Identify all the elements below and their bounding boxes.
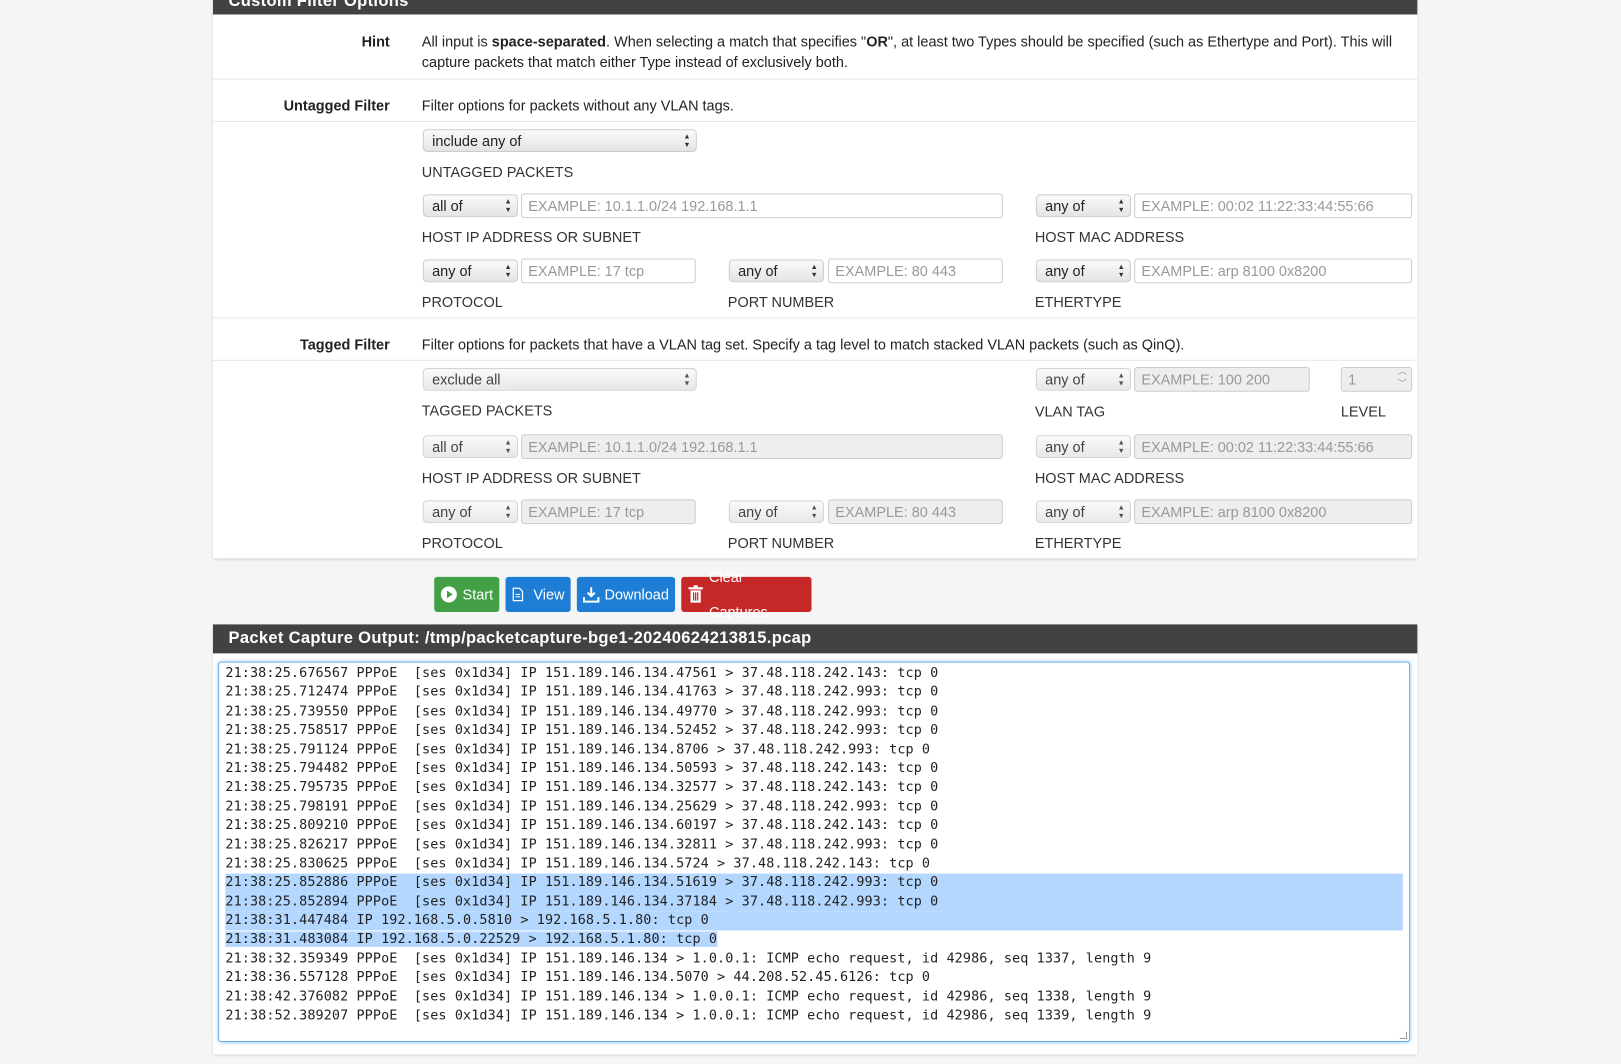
untagged-filter-description: Filter options for packets without any V… bbox=[421, 97, 734, 114]
untagged-mode-select[interactable]: include any of ▲ ▼ bbox=[422, 129, 697, 152]
updown-arrow-icon: ▲ ▼ bbox=[1117, 263, 1125, 280]
resize-handle-icon[interactable] bbox=[1399, 1031, 1408, 1039]
file-icon bbox=[512, 587, 524, 602]
protocol-match-select[interactable]: any of ▲ ▼ bbox=[422, 259, 518, 283]
ethertype-input[interactable]: EXAMPLE: arp 8100 0x8200 bbox=[1134, 499, 1413, 525]
host-ip-input[interactable]: EXAMPLE: 10.1.1.0/24 192.168.1.1 bbox=[521, 193, 1003, 219]
output-line: 21:38:25.676567 PPPoE [ses 0x1d34] IP 15… bbox=[225, 665, 939, 682]
capture-output-panel: Packet Capture Output: /tmp/packetcaptur… bbox=[212, 624, 1418, 1055]
host-ip-match-select[interactable]: all of ▲ ▼ bbox=[422, 435, 518, 458]
updown-arrow-icon: ▲ ▼ bbox=[504, 198, 512, 214]
output-line: 21:38:32.359349 PPPoE [ses 0x1d34] IP 15… bbox=[225, 950, 1152, 967]
start-button[interactable]: Start bbox=[434, 576, 500, 613]
host-mac-match-select[interactable]: any of ▲ ▼ bbox=[1035, 435, 1131, 458]
output-line: 21:38:31.447484 IP 192.168.5.0.5810 > 19… bbox=[225, 911, 1403, 931]
output-line: 21:38:25.852894 PPPoE [ses 0x1d34] IP 15… bbox=[225, 892, 1403, 912]
untagged-filter-label: Untagged Filter bbox=[283, 97, 390, 114]
output-line: 21:38:31.483084 IP 192.168.5.0.22529 > 1… bbox=[225, 931, 718, 948]
port-match-select[interactable]: any of ▲ ▼ bbox=[728, 500, 824, 524]
host-mac-input[interactable]: EXAMPLE: 00:02 11:22:33:44:55:66 bbox=[1134, 193, 1413, 219]
ethertype-input[interactable]: EXAMPLE: arp 8100 0x8200 bbox=[1134, 258, 1413, 284]
vlan-tag-match-select[interactable]: any of ▲ ▼ bbox=[1035, 368, 1131, 391]
spinner-arrows-icon[interactable]: ︿ ﹀ bbox=[1398, 368, 1407, 390]
hint-text: All input is space-separated. When selec… bbox=[421, 33, 1393, 71]
host-mac-input[interactable]: EXAMPLE: 00:02 11:22:33:44:55:66 bbox=[1134, 434, 1413, 460]
updown-arrow-icon: ▲ ▼ bbox=[1117, 504, 1125, 521]
output-line: 21:38:52.389207 PPPoE [ses 0x1d34] IP 15… bbox=[225, 1007, 1152, 1024]
output-line: 21:38:25.791124 PPPoE [ses 0x1d34] IP 15… bbox=[225, 741, 931, 758]
level-spinner[interactable]: 1 ︿ ﹀ bbox=[1340, 366, 1413, 392]
untagged-mode-caption: UNTAGGED PACKETS bbox=[421, 163, 574, 180]
updown-arrow-icon: ▲ ▼ bbox=[810, 263, 818, 280]
protocol-match-select[interactable]: any of ▲ ▼ bbox=[422, 500, 518, 524]
updown-arrow-icon: ▲ ▼ bbox=[1117, 372, 1125, 388]
updown-arrow-icon: ▲ ▼ bbox=[504, 439, 512, 455]
host-mac-caption: HOST MAC ADDRESS bbox=[1034, 228, 1185, 246]
ethertype-match-select[interactable]: any of ▲ ▼ bbox=[1035, 500, 1131, 524]
output-title: Packet Capture Output: /tmp/packetcaptur… bbox=[228, 629, 812, 648]
port-input[interactable]: EXAMPLE: 80 443 bbox=[828, 499, 1003, 525]
updown-arrow-icon: ▲ ▼ bbox=[810, 504, 818, 521]
output-line: 21:38:25.712474 PPPoE [ses 0x1d34] IP 15… bbox=[225, 684, 939, 701]
protocol-input[interactable]: EXAMPLE: 17 tcp bbox=[521, 258, 696, 284]
tagged-filter-row: Tagged Filter Filter options for packets… bbox=[212, 318, 1418, 361]
panel-title: Custom Filter Options bbox=[228, 0, 409, 11]
vlan-tag-caption: VLAN TAG bbox=[1034, 403, 1106, 420]
hint-row: Hint All input is space-separated. When … bbox=[212, 14, 1418, 80]
output-line: 21:38:42.376082 PPPoE [ses 0x1d34] IP 15… bbox=[225, 988, 1152, 1005]
host-ip-caption: HOST IP ADDRESS OR SUBNET bbox=[421, 469, 641, 486]
updown-arrow-icon: ▲ ▼ bbox=[504, 263, 512, 280]
ethertype-match-select[interactable]: any of ▲ ▼ bbox=[1035, 259, 1131, 283]
tagged-filter-description: Filter options for packets that have a V… bbox=[421, 335, 1185, 353]
protocol-input[interactable]: EXAMPLE: 17 tcp bbox=[521, 499, 696, 525]
port-caption: PORT NUMBER bbox=[727, 534, 835, 552]
untagged-filter-row: Untagged Filter Filter options for packe… bbox=[212, 80, 1418, 122]
view-button[interactable]: View bbox=[505, 576, 571, 613]
host-mac-caption: HOST MAC ADDRESS bbox=[1034, 469, 1185, 486]
host-mac-match-select[interactable]: any of ▲ ▼ bbox=[1035, 194, 1131, 218]
protocol-caption: PROTOCOL bbox=[421, 293, 503, 311]
tagged-mode-caption: TAGGED PACKETS bbox=[421, 402, 553, 419]
output-line: 21:38:25.795735 PPPoE [ses 0x1d34] IP 15… bbox=[225, 779, 939, 796]
host-ip-input[interactable]: EXAMPLE: 10.1.1.0/24 192.168.1.1 bbox=[521, 434, 1003, 460]
vlan-tag-input[interactable]: EXAMPLE: 100 200 bbox=[1134, 366, 1310, 392]
tagged-mode-select[interactable]: exclude all ▲ ▼ bbox=[422, 368, 697, 391]
port-match-select[interactable]: any of ▲ ▼ bbox=[728, 259, 824, 283]
untagged-filter-fields: include any of ▲ ▼ UNTAGGED PACKETS all of ▲ ▼… bbox=[212, 122, 1418, 319]
output-line: 21:38:25.798191 PPPoE [ses 0x1d34] IP 15… bbox=[225, 798, 939, 815]
output-line: 21:38:25.852886 PPPoE [ses 0x1d34] IP 15… bbox=[225, 873, 1403, 893]
output-line: 21:38:25.758517 PPPoE [ses 0x1d34] IP 15… bbox=[225, 722, 939, 739]
updown-arrow-icon: ▲ ▼ bbox=[1117, 198, 1125, 214]
clear-captures-button[interactable]: Clear Captures bbox=[681, 569, 812, 620]
capture-output-textarea[interactable]: 21:38:25.676567 PPPoE [ses 0x1d34] IP 15… bbox=[218, 661, 1411, 1043]
output-line: 21:38:25.809210 PPPoE [ses 0x1d34] IP 15… bbox=[225, 817, 939, 834]
play-circle-icon bbox=[440, 586, 457, 603]
updown-arrow-icon: ▲ ▼ bbox=[1117, 439, 1125, 455]
panel-header: Custom Filter Options bbox=[212, 0, 1418, 15]
hint-label: Hint bbox=[361, 33, 390, 50]
tagged-filter-fields: exclude all ▲ ▼ TAGGED PACKETS any of ▲ ▼ EXAMP… bbox=[213, 361, 1417, 558]
ethertype-caption: ETHERTYPE bbox=[1034, 534, 1122, 552]
output-line: 21:38:25.794482 PPPoE [ses 0x1d34] IP 15… bbox=[225, 760, 939, 777]
output-header: Packet Capture Output: /tmp/packetcaptur… bbox=[212, 624, 1418, 654]
download-button[interactable]: Download bbox=[576, 576, 676, 613]
output-line: 21:38:25.739550 PPPoE [ses 0x1d34] IP 15… bbox=[225, 703, 939, 720]
port-input[interactable]: EXAMPLE: 80 443 bbox=[828, 258, 1003, 284]
output-line: 21:38:36.557128 PPPoE [ses 0x1d34] IP 15… bbox=[225, 969, 931, 986]
host-ip-caption: HOST IP ADDRESS OR SUBNET bbox=[421, 228, 641, 246]
output-line: 21:38:25.830625 PPPoE [ses 0x1d34] IP 15… bbox=[225, 855, 931, 872]
ethertype-caption: ETHERTYPE bbox=[1034, 293, 1122, 311]
updown-arrow-icon: ▲ ▼ bbox=[683, 372, 691, 388]
updown-arrow-icon: ▲ ▼ bbox=[504, 504, 512, 521]
output-line: 21:38:25.826217 PPPoE [ses 0x1d34] IP 15… bbox=[225, 836, 939, 853]
custom-filter-panel: Custom Filter Options Hint All input is … bbox=[212, 0, 1418, 559]
tagged-filter-label: Tagged Filter bbox=[299, 335, 390, 353]
updown-arrow-icon: ▲ ▼ bbox=[683, 133, 691, 149]
port-caption: PORT NUMBER bbox=[727, 293, 835, 311]
level-caption: LEVEL bbox=[1340, 403, 1386, 420]
download-icon bbox=[583, 587, 600, 603]
host-ip-match-select[interactable]: all of ▲ ▼ bbox=[422, 194, 518, 218]
protocol-caption: PROTOCOL bbox=[421, 534, 503, 552]
trash-icon bbox=[688, 585, 703, 603]
